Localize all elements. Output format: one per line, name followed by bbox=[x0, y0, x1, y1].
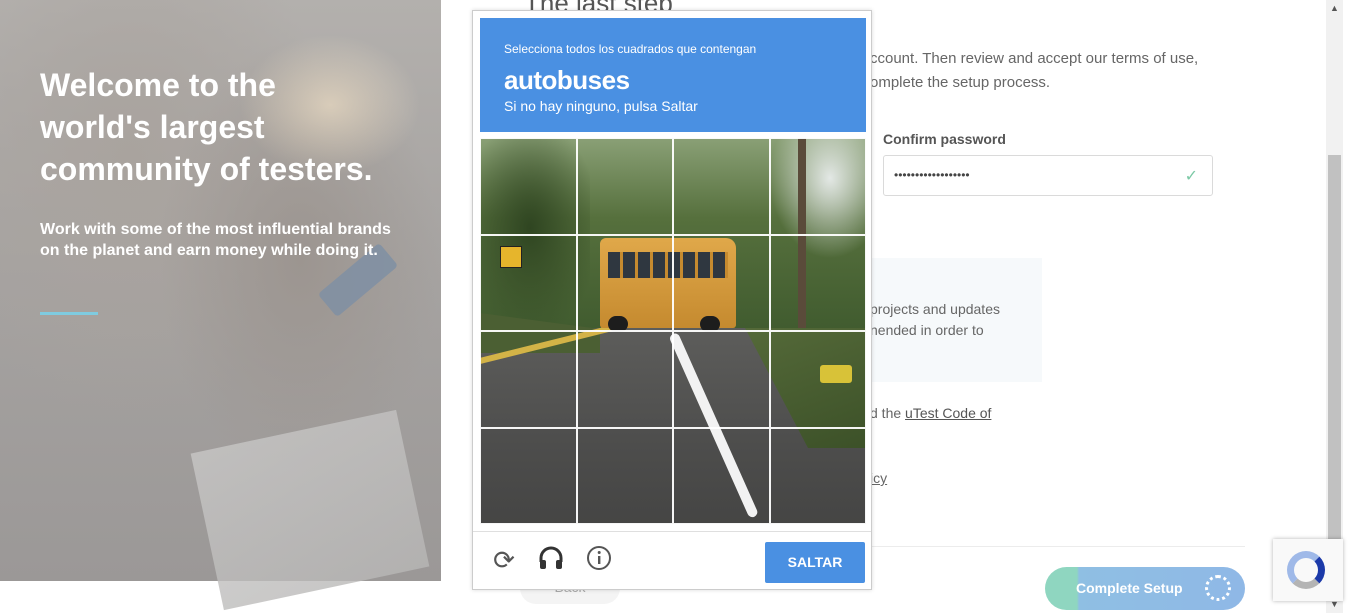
recaptcha-logo-icon bbox=[1287, 551, 1325, 589]
headphones-icon bbox=[539, 546, 563, 569]
confirm-password-label: Confirm password bbox=[883, 131, 1006, 147]
captcha-dialog: Selecciona todos los cuadrados que conte… bbox=[472, 10, 872, 590]
hero-subtitle: Work with some of the most influential b… bbox=[40, 221, 391, 259]
hero-title: Welcome to the world's largest community… bbox=[40, 67, 373, 187]
skip-button[interactable]: SALTAR bbox=[765, 542, 865, 583]
confirm-password-field[interactable]: •••••••••••••••••• ✓ bbox=[883, 155, 1213, 196]
captcha-tile[interactable] bbox=[769, 427, 866, 524]
captcha-tile[interactable] bbox=[769, 138, 866, 235]
hero-panel: Welcome to the world's largest community… bbox=[0, 0, 441, 611]
code-of-conduct-prefix: d the bbox=[870, 405, 906, 421]
captcha-tile[interactable] bbox=[769, 234, 866, 331]
captcha-tile[interactable] bbox=[673, 234, 770, 331]
updates-text: projects and updates nended in order to bbox=[870, 301, 1000, 338]
audio-icon[interactable] bbox=[535, 544, 567, 576]
code-of-conduct-link[interactable]: uTest Code of bbox=[905, 405, 991, 421]
info-circle-icon bbox=[587, 546, 611, 570]
captcha-instruction: Selecciona todos los cuadrados que conte… bbox=[504, 42, 757, 56]
scroll-thumb[interactable] bbox=[1328, 155, 1341, 540]
captcha-footer: ⟳ SALTAR bbox=[473, 531, 871, 590]
captcha-target: autobuses bbox=[504, 65, 630, 95]
captcha-header: Selecciona todos los cuadrados que conte… bbox=[480, 18, 866, 132]
captcha-tile[interactable] bbox=[480, 331, 577, 428]
loading-spinner-icon bbox=[1205, 575, 1231, 601]
check-icon: ✓ bbox=[1184, 168, 1198, 185]
info-icon[interactable] bbox=[583, 544, 615, 576]
captcha-tile[interactable] bbox=[576, 234, 673, 331]
reload-icon[interactable]: ⟳ bbox=[488, 544, 520, 576]
captcha-tile[interactable] bbox=[480, 138, 577, 235]
captcha-grid bbox=[480, 138, 866, 524]
captcha-tile[interactable] bbox=[769, 331, 866, 428]
captcha-tile[interactable] bbox=[673, 427, 770, 524]
privacy-policy-link[interactable]: icy bbox=[870, 470, 887, 486]
confirm-password-value: •••••••••••••••••• bbox=[894, 168, 970, 182]
captcha-image bbox=[480, 138, 866, 524]
captcha-tile[interactable] bbox=[673, 331, 770, 428]
recaptcha-badge[interactable] bbox=[1273, 539, 1343, 601]
captcha-tile[interactable] bbox=[576, 427, 673, 524]
code-of-conduct-text: d the uTest Code of bbox=[870, 405, 991, 421]
captcha-tile[interactable] bbox=[576, 331, 673, 428]
complete-setup-button[interactable]: Complete Setup bbox=[1045, 567, 1245, 610]
captcha-tile[interactable] bbox=[673, 138, 770, 235]
intro-text: ccount. Then review and accept our terms… bbox=[870, 50, 1199, 91]
captcha-hint: Si no hay ninguno, pulsa Saltar bbox=[504, 98, 698, 114]
scroll-up-icon[interactable]: ▲ bbox=[1326, 0, 1343, 17]
hero-accent-line bbox=[40, 312, 98, 315]
complete-setup-label: Complete Setup bbox=[1076, 580, 1183, 596]
hero-paper-decoration bbox=[190, 409, 430, 611]
page-scrollbar[interactable]: ▲ ▼ bbox=[1326, 0, 1343, 613]
captcha-tile[interactable] bbox=[480, 427, 577, 524]
captcha-tile[interactable] bbox=[576, 138, 673, 235]
captcha-tile[interactable] bbox=[480, 234, 577, 331]
